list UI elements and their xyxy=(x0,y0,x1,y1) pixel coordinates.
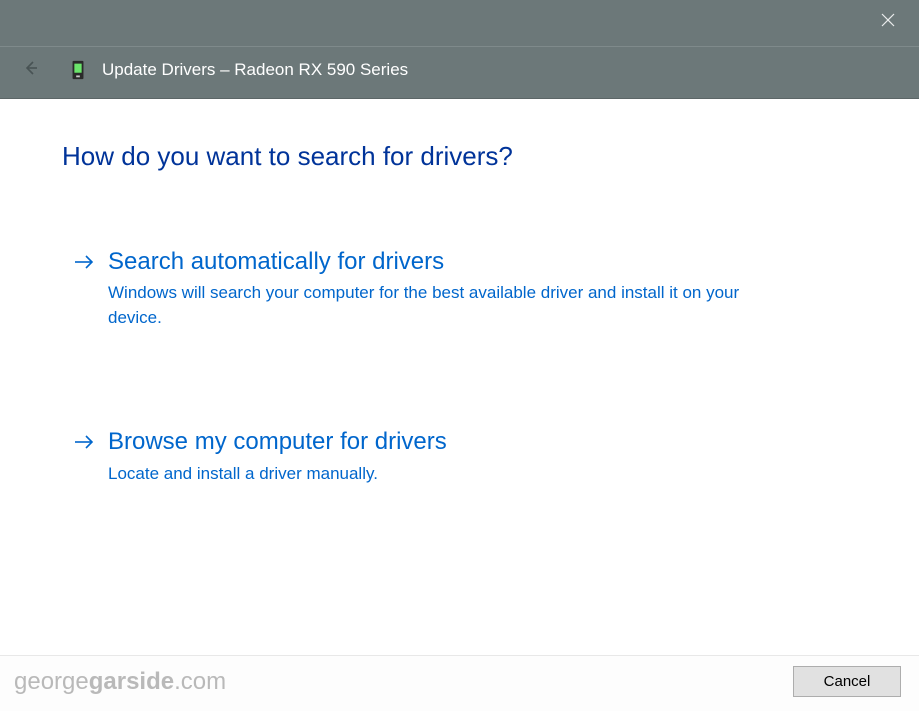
window-titlebar xyxy=(0,0,919,46)
watermark-part1: george xyxy=(14,668,89,695)
option-search-automatically[interactable]: Search automatically for drivers Windows… xyxy=(62,240,772,336)
wizard-footer: georgegarside.com Cancel xyxy=(0,655,919,711)
watermark: georgegarside.com xyxy=(14,668,226,696)
close-icon[interactable] xyxy=(875,6,901,36)
window-title: Update Drivers – Radeon RX 590 Series xyxy=(102,60,408,80)
device-icon xyxy=(70,60,86,80)
option-title: Browse my computer for drivers xyxy=(108,426,768,457)
wizard-content: How do you want to search for drivers? S… xyxy=(0,99,919,492)
cancel-button[interactable]: Cancel xyxy=(793,666,901,697)
watermark-part2: garside xyxy=(89,668,174,695)
option-browse-computer[interactable]: Browse my computer for drivers Locate an… xyxy=(62,420,772,492)
option-description: Windows will search your computer for th… xyxy=(108,281,768,330)
arrow-right-icon xyxy=(74,428,94,459)
page-heading: How do you want to search for drivers? xyxy=(62,141,857,172)
option-title: Search automatically for drivers xyxy=(108,246,768,277)
wizard-header: Update Drivers – Radeon RX 590 Series xyxy=(0,46,919,99)
option-description: Locate and install a driver manually. xyxy=(108,462,768,487)
arrow-right-icon xyxy=(74,248,94,279)
watermark-part3: .com xyxy=(174,668,226,695)
back-arrow-icon xyxy=(18,57,44,82)
